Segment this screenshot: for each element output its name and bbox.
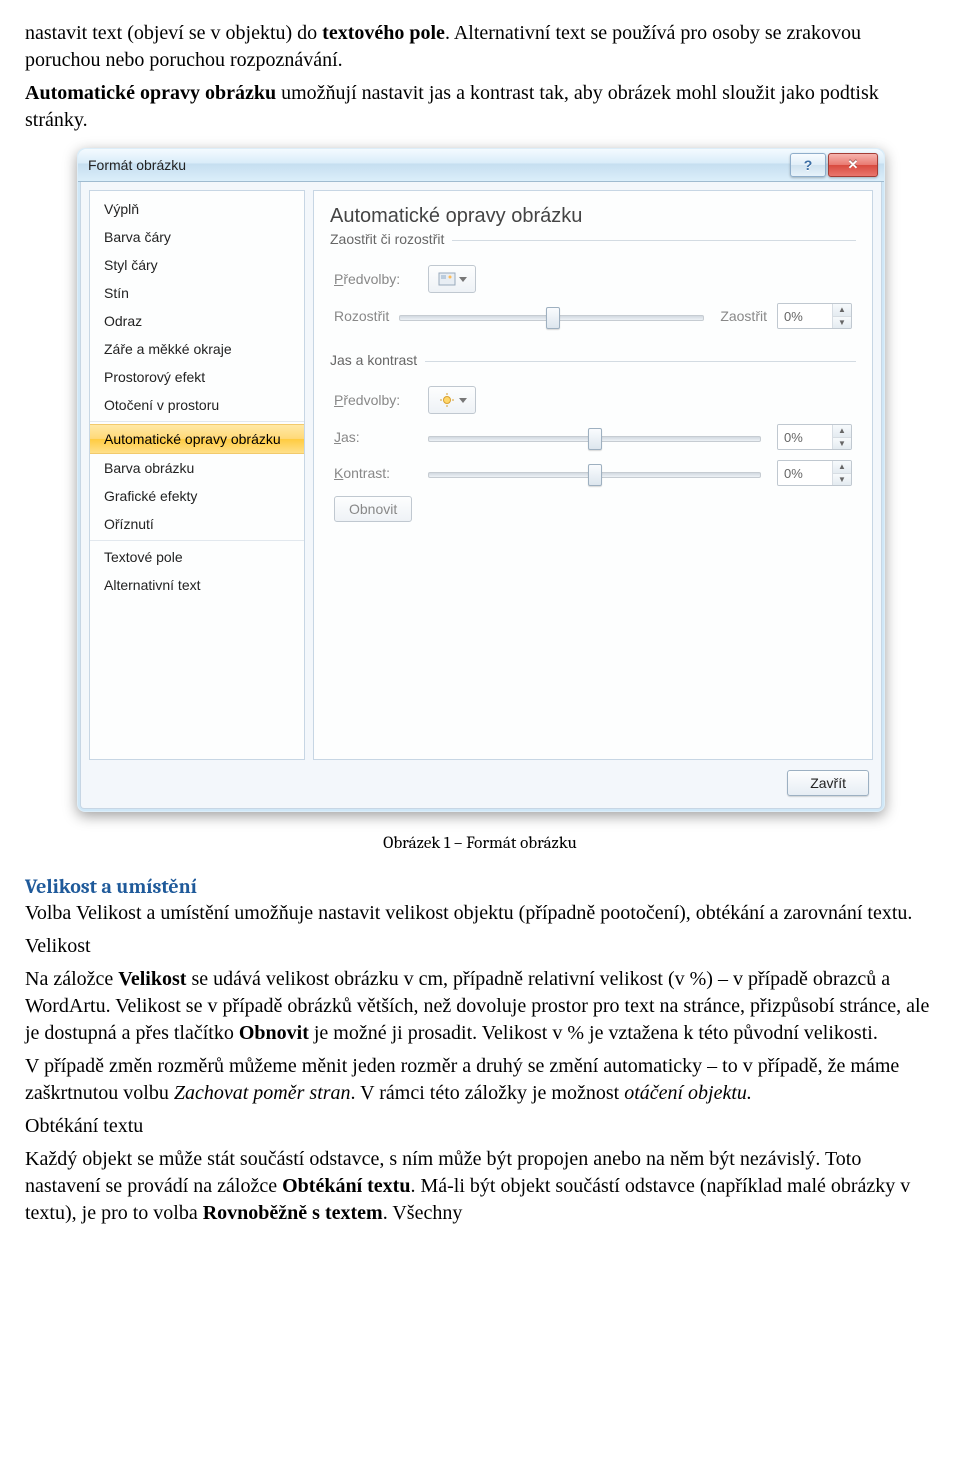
brightness-preset-icon [438, 392, 456, 408]
brightness-spinner[interactable]: ▲▼ [777, 424, 852, 450]
sec-paragraph-1: Volba Velikost a umístění umožňuje nasta… [25, 900, 935, 927]
dialog-body: Výplň Barva čáry Styl čáry Stín Odraz Zá… [80, 182, 882, 809]
cat-reflection[interactable]: Odraz [90, 307, 304, 335]
sharpen-soften-group: Zaostřit či rozostřit Předvolby: Rozostř… [330, 240, 856, 343]
settings-panel: Automatické opravy obrázku Zaostřit či r… [313, 190, 873, 760]
spin-down-icon[interactable]: ▼ [833, 473, 851, 486]
sharpen-label: Zaostřit [720, 308, 767, 324]
cat-3d-rotation[interactable]: Otočení v prostoru [90, 391, 304, 419]
sec-paragraph-2: Na záložce Velikost se udává velikost ob… [25, 966, 935, 1047]
cat-3d-format[interactable]: Prostorový efekt [90, 363, 304, 391]
sec-paragraph-3: V případě změn rozměrů můžeme měnit jede… [25, 1053, 935, 1107]
bc-presets-row: Předvolby: [334, 386, 852, 414]
close-icon: ✕ [848, 157, 859, 173]
chevron-down-icon [459, 398, 467, 403]
cat-textbox[interactable]: Textové pole [90, 543, 304, 571]
dialog-footer: Zavřít [89, 760, 873, 800]
brightness-contrast-group: Jas a kontrast Předvolby: Jas: [330, 361, 856, 536]
spin-up-icon[interactable]: ▲ [833, 304, 851, 316]
sharpen-slider[interactable] [399, 306, 704, 326]
cat-artistic-effects[interactable]: Grafické efekty [90, 482, 304, 510]
sharpen-slider-row: Rozostřit Zaostřit ▲▼ [334, 303, 852, 329]
sharpen-spinner[interactable]: ▲▼ [777, 303, 852, 329]
text-bold: textového pole [322, 22, 445, 44]
group-label: Jas a kontrast [330, 352, 425, 368]
cat-line-style[interactable]: Styl čáry [90, 251, 304, 279]
cat-line-color[interactable]: Barva čáry [90, 223, 304, 251]
cat-shadow[interactable]: Stín [90, 279, 304, 307]
category-list: Výplň Barva čáry Styl čáry Stín Odraz Zá… [89, 190, 305, 760]
soften-label: Rozostřit [334, 308, 389, 324]
text: nastavit text (objeví se v objektu) do [25, 22, 322, 44]
window-close-button[interactable]: ✕ [828, 153, 878, 177]
spin-down-icon[interactable]: ▼ [833, 437, 851, 450]
group-label: Zaostřit či rozostřit [330, 231, 452, 247]
heading-size-position: Velikost a umístění [25, 875, 935, 898]
subheading-size: Velikost [25, 933, 935, 960]
presets-label: Předvolby: [334, 271, 418, 287]
format-picture-dialog: Formát obrázku ? ✕ Výplň Barva čáry Styl… [77, 148, 885, 812]
subheading-textwrap: Obtékání textu [25, 1113, 935, 1140]
brightness-slider[interactable] [428, 427, 761, 447]
brightness-row: Jas: ▲▼ [334, 424, 852, 450]
dialog-titlebar: Formát obrázku ? ✕ [78, 149, 884, 182]
cat-crop[interactable]: Oříznutí [90, 510, 304, 538]
spin-up-icon[interactable]: ▲ [833, 425, 851, 437]
help-button[interactable]: ? [790, 153, 826, 177]
text-bold: Automatické opravy obrázku [25, 82, 276, 104]
contrast-value-input[interactable] [778, 461, 832, 485]
cat-picture-corrections[interactable]: Automatické opravy obrázku [90, 424, 304, 454]
sharpen-value-input[interactable] [778, 304, 832, 328]
presets-label: Předvolby: [334, 392, 418, 408]
bc-presets-button[interactable] [428, 386, 476, 414]
sharpen-presets-row: Předvolby: [334, 265, 852, 293]
reset-button[interactable]: Obnovit [334, 496, 412, 522]
sec-paragraph-5: Každý objekt se může stát součástí odsta… [25, 1146, 935, 1227]
contrast-row: Kontrast: ▲▼ [334, 460, 852, 486]
contrast-label: Kontrast: [334, 465, 418, 481]
sharpen-presets-button[interactable] [428, 265, 476, 293]
spin-down-icon[interactable]: ▼ [833, 316, 851, 329]
spin-up-icon[interactable]: ▲ [833, 461, 851, 473]
text: Volba Velikost a umístění umožňuje nasta… [25, 902, 912, 924]
reset-row: Obnovit [334, 496, 852, 522]
contrast-spinner[interactable]: ▲▼ [777, 460, 852, 486]
figure-caption: Obrázek 1 – Formát obrázku [25, 834, 935, 853]
intro-paragraph-2: Automatické opravy obrázku umožňují nast… [25, 80, 935, 134]
help-icon: ? [804, 157, 813, 173]
dialog-title: Formát obrázku [88, 157, 788, 173]
cat-glow[interactable]: Záře a měkké okraje [90, 335, 304, 363]
intro-paragraph-1: nastavit text (objeví se v objektu) do t… [25, 20, 935, 74]
contrast-slider[interactable] [428, 463, 761, 483]
chevron-down-icon [459, 277, 467, 282]
cat-picture-color[interactable]: Barva obrázku [90, 454, 304, 482]
picture-preset-icon [438, 271, 456, 287]
cat-fill[interactable]: Výplň [90, 195, 304, 223]
panel-title: Automatické opravy obrázku [330, 205, 856, 228]
separator [90, 421, 304, 422]
cat-alt-text[interactable]: Alternativní text [90, 571, 304, 599]
brightness-label: Jas: [334, 429, 418, 445]
brightness-value-input[interactable] [778, 425, 832, 449]
close-button[interactable]: Zavřít [787, 770, 869, 796]
separator [90, 540, 304, 541]
